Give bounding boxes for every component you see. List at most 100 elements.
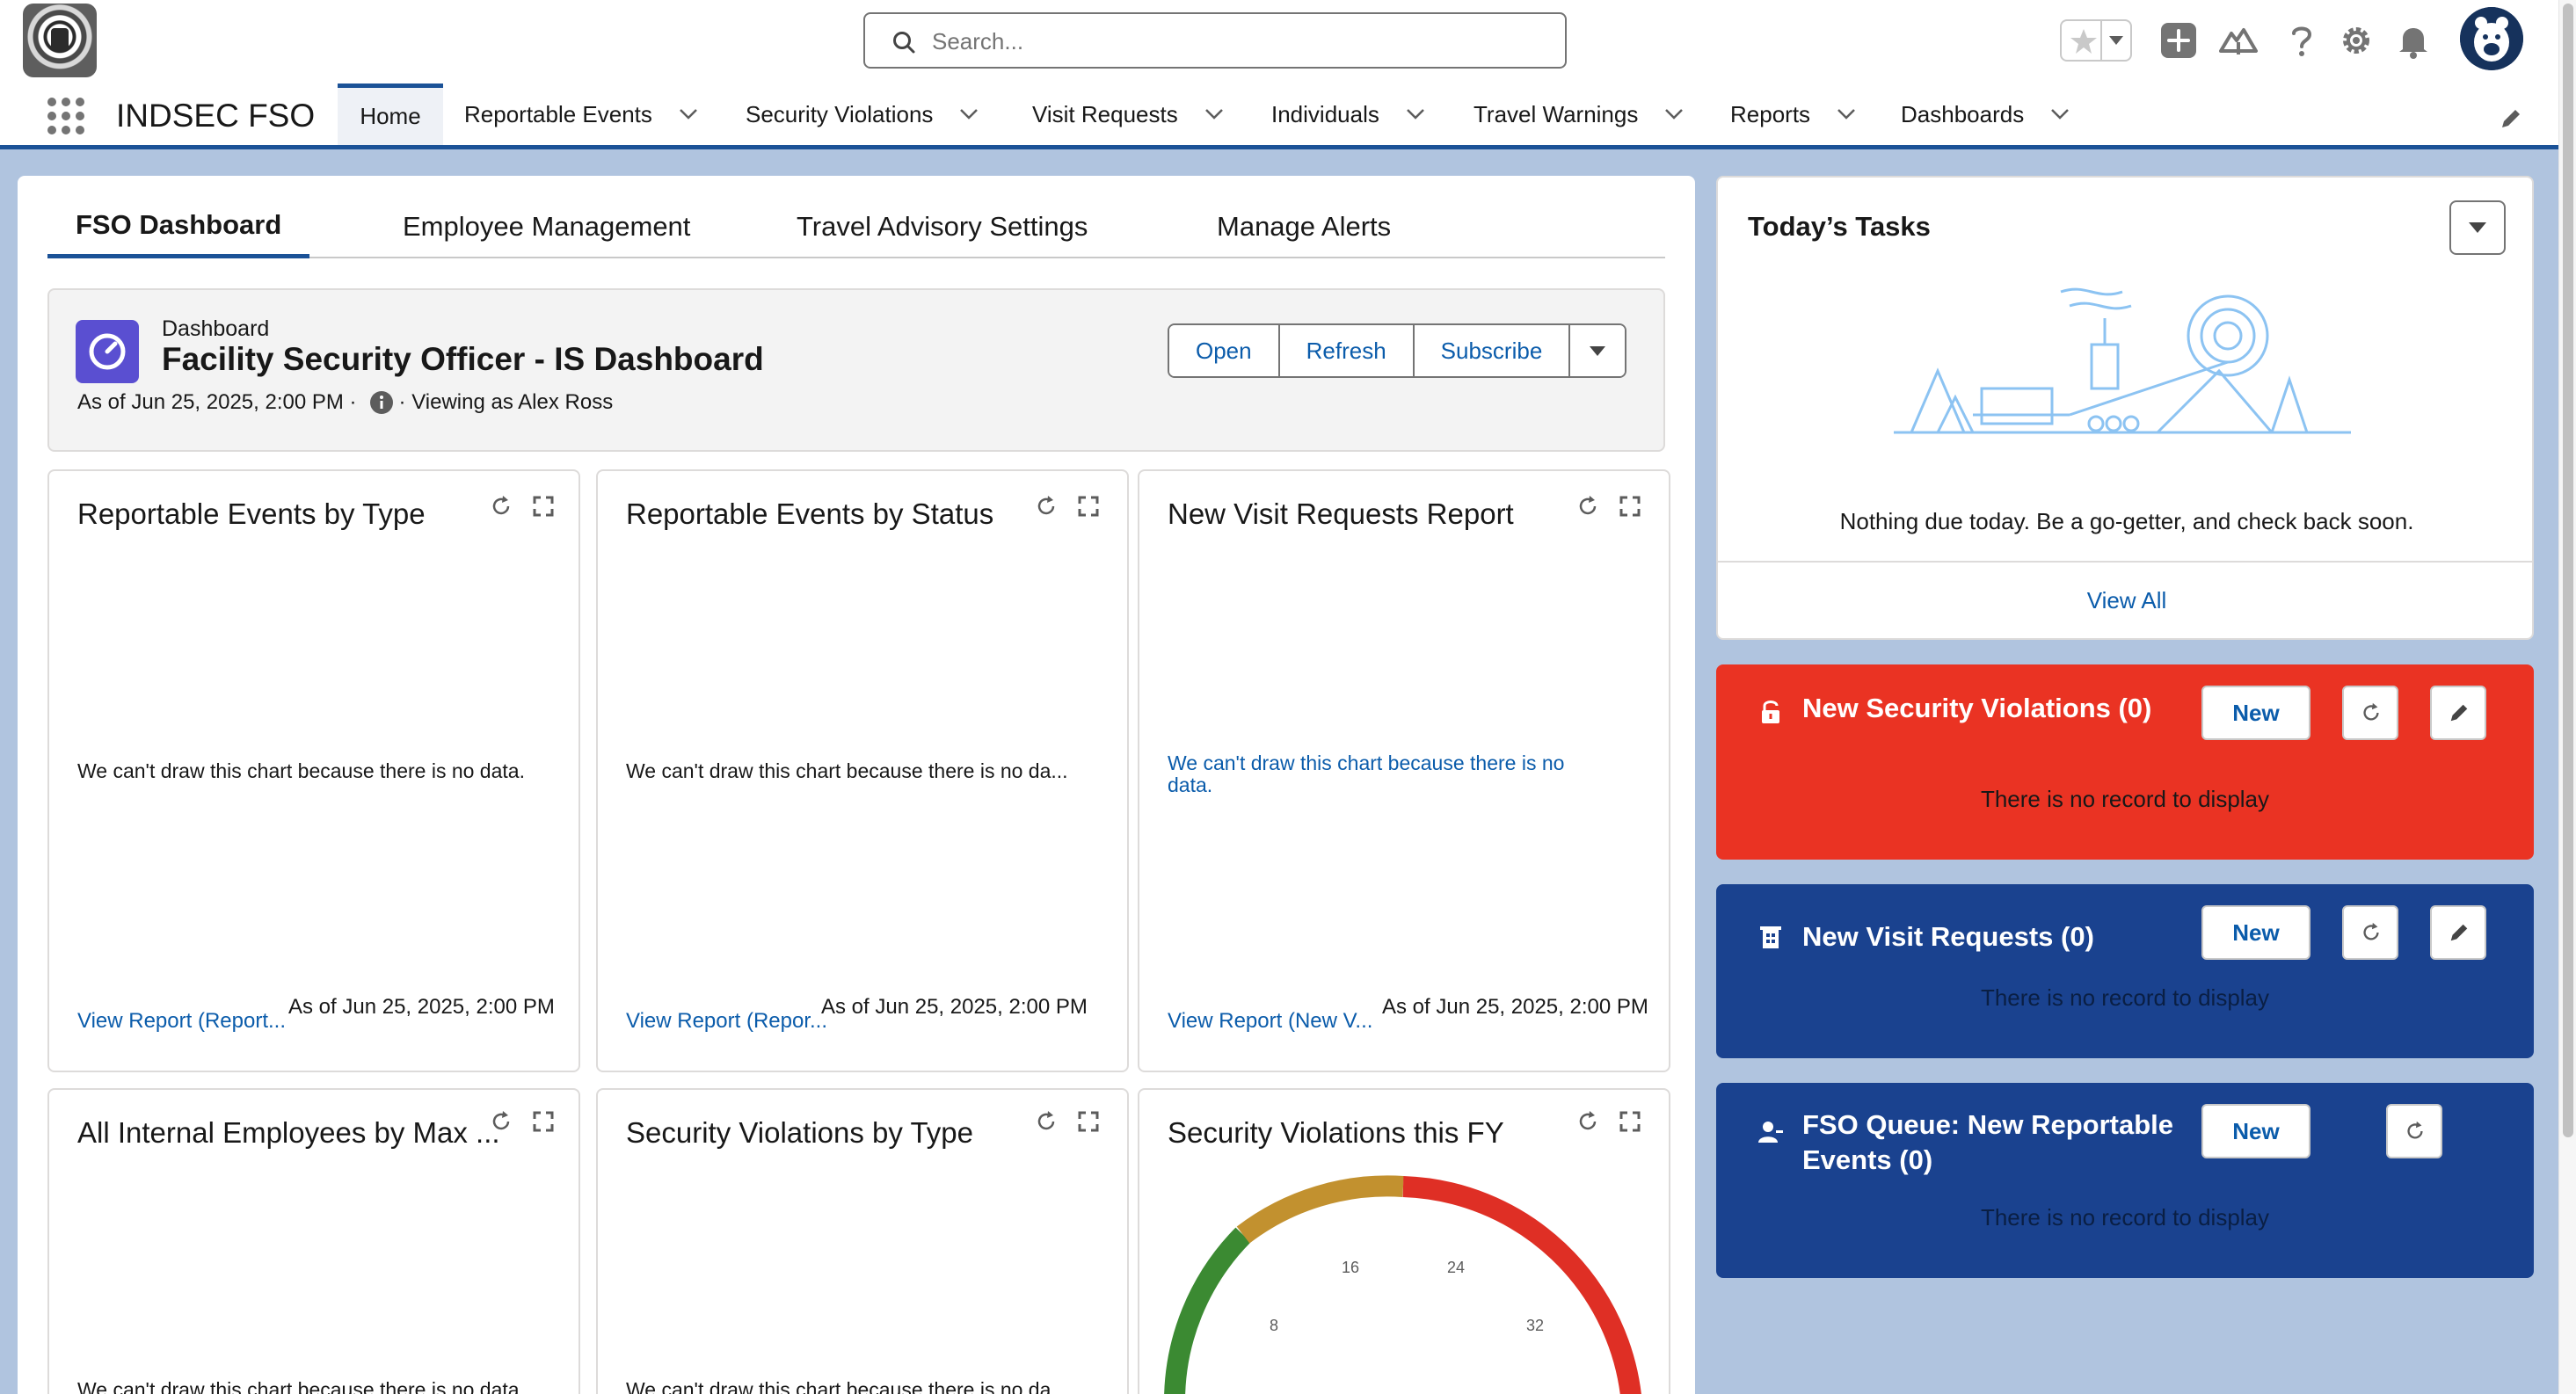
card-title: Reportable Events by Status — [626, 497, 994, 530]
dashboard-panel: FSO Dashboard Employee Management Travel… — [18, 176, 1695, 1394]
refresh-icon[interactable] — [489, 494, 513, 519]
nav-item-home[interactable]: Home — [338, 83, 443, 145]
bell-icon[interactable] — [2392, 19, 2434, 62]
new-button[interactable]: New — [2201, 1104, 2310, 1158]
scrollbar-thumb[interactable] — [2563, 4, 2573, 1137]
building-icon — [1760, 926, 1781, 948]
org-logo[interactable] — [23, 4, 97, 77]
view-report-link[interactable]: View Report (New V... — [1168, 1009, 1372, 1034]
gauge-label-24: 24 — [1447, 1259, 1465, 1276]
card-title: All Internal Employees by Max ... — [77, 1116, 500, 1149]
refresh-button[interactable] — [2386, 1104, 2442, 1158]
card-as-of: As of Jun 25, 2025, 2:00 PM — [1382, 995, 1648, 1019]
expand-icon[interactable] — [531, 1109, 556, 1134]
global-search[interactable] — [863, 12, 1567, 69]
tasks-menu-button[interactable] — [2449, 200, 2506, 255]
list-card-new-security-violations: New Security Violations (0) New There is… — [1716, 664, 2534, 860]
tab-travel-advisory-settings[interactable]: Travel Advisory Settings — [768, 195, 1116, 258]
list-empty-message: There is no record to display — [1980, 984, 2270, 1011]
nav-item-reports[interactable]: Reports — [1730, 83, 1856, 145]
no-data-message: We can't draw this chart because there i… — [1168, 752, 1565, 796]
expand-icon[interactable] — [1618, 494, 1642, 519]
pencil-icon — [2450, 924, 2468, 941]
view-all-link[interactable]: View All — [1718, 587, 2536, 614]
gear-icon[interactable] — [2335, 19, 2377, 62]
open-button[interactable]: Open — [1169, 325, 1280, 376]
tab-fso-dashboard[interactable]: FSO Dashboard — [47, 195, 310, 258]
chevron-down-icon[interactable] — [1664, 108, 1684, 120]
app-launcher-icon[interactable] — [46, 96, 86, 136]
tab-manage-alerts[interactable]: Manage Alerts — [1189, 195, 1419, 258]
nav-item-dashboards[interactable]: Dashboards — [1901, 83, 2070, 145]
nav-item-individuals[interactable]: Individuals — [1271, 83, 1425, 145]
pencil-icon — [2450, 704, 2468, 722]
refresh-icon[interactable] — [1034, 1109, 1059, 1134]
trailhead-icon[interactable] — [2217, 19, 2259, 62]
gauge-chart: 8 16 24 32 — [1164, 1175, 1641, 1394]
card-title: Reportable Events by Type — [77, 497, 426, 530]
refresh-button[interactable] — [2342, 686, 2398, 740]
new-button[interactable]: New — [2201, 905, 2310, 960]
dashboard-card-security-violations-by-type: Security Violations by Type We can't dra… — [596, 1088, 1129, 1394]
user-avatar[interactable] — [2460, 7, 2523, 70]
card-title: New Visit Requests Report — [1168, 497, 1514, 530]
search-input[interactable] — [932, 26, 1539, 56]
dashboard-meta: As of Jun 25, 2025, 2:00 PM · · Viewing … — [77, 390, 613, 415]
view-report-link[interactable]: View Report (Report... — [77, 1009, 286, 1034]
edit-nav-icon[interactable] — [2499, 106, 2523, 131]
expand-icon[interactable] — [531, 494, 556, 519]
global-actions-icon[interactable] — [2158, 19, 2200, 62]
refresh-button[interactable]: Refresh — [1279, 325, 1415, 376]
chevron-down-icon[interactable] — [2050, 108, 2070, 120]
edit-button[interactable] — [2430, 905, 2486, 960]
refresh-button[interactable] — [2342, 905, 2398, 960]
chevron-down-icon[interactable] — [2107, 33, 2125, 47]
viewing-as: · Viewing as Alex Ross — [398, 390, 614, 414]
refresh-icon[interactable] — [1034, 494, 1059, 519]
expand-icon[interactable] — [1076, 494, 1101, 519]
tab-employee-management[interactable]: Employee Management — [375, 195, 718, 258]
info-icon[interactable] — [369, 390, 394, 415]
expand-icon[interactable] — [1076, 1109, 1101, 1134]
page-scrollbar[interactable] — [2558, 0, 2576, 1394]
dashboard-header: Dashboard Facility Security Officer - IS… — [47, 288, 1665, 452]
dashboard-card-reportable-events-by-status: Reportable Events by Status We can't dra… — [596, 469, 1129, 1072]
app-navigation: INDSEC FSO Home Reportable Events Securi… — [0, 83, 2576, 149]
refresh-icon[interactable] — [1575, 494, 1600, 519]
star-icon — [2070, 29, 2097, 54]
subscribe-button[interactable]: Subscribe — [1414, 325, 1571, 376]
nav-item-travel-warnings[interactable]: Travel Warnings — [1474, 83, 1684, 145]
card-title: Security Violations by Type — [626, 1116, 974, 1149]
gauge-label-16: 16 — [1342, 1259, 1359, 1276]
new-button[interactable]: New — [2201, 686, 2310, 740]
favorites-button[interactable] — [2060, 19, 2132, 62]
edit-button[interactable] — [2430, 686, 2486, 740]
dashboard-tabs: FSO Dashboard Employee Management Travel… — [47, 195, 1665, 258]
chevron-down-icon[interactable] — [959, 108, 979, 120]
chevron-down-icon — [2469, 222, 2486, 233]
more-actions-button[interactable] — [1570, 325, 1626, 376]
chevron-down-icon[interactable] — [1406, 108, 1425, 120]
dashboard-card-security-violations-fy: Security Violations this FY 8 16 24 32 — [1138, 1088, 1670, 1394]
lock-icon — [1762, 701, 1779, 723]
dashboard-card-reportable-events-by-type: Reportable Events by Type We can't draw … — [47, 469, 580, 1072]
divider — [1718, 561, 2532, 563]
chevron-down-icon[interactable] — [1837, 108, 1856, 120]
dashboard-card-internal-employees: All Internal Employees by Max ... We can… — [47, 1088, 580, 1394]
nav-item-reportable-events[interactable]: Reportable Events — [464, 83, 698, 145]
dashboard-card-new-visit-requests: New Visit Requests Report We can't draw … — [1138, 469, 1670, 1072]
global-header — [0, 0, 2576, 83]
view-report-link[interactable]: View Report (Repor... — [626, 1009, 827, 1034]
list-card-new-visit-requests: New Visit Requests (0) New There is no r… — [1716, 884, 2534, 1058]
nav-item-visit-requests[interactable]: Visit Requests — [1032, 83, 1224, 145]
refresh-icon[interactable] — [489, 1109, 513, 1134]
list-card-fso-queue: FSO Queue: New Reportable Events (0) New… — [1716, 1083, 2534, 1278]
nav-item-security-violations[interactable]: Security Violations — [746, 83, 979, 145]
page-title: Facility Security Officer - IS Dashboard — [162, 341, 764, 377]
search-icon — [893, 32, 915, 54]
chevron-down-icon[interactable] — [1204, 108, 1224, 120]
empty-tasks-illustration — [1894, 287, 2351, 434]
chevron-down-icon[interactable] — [679, 108, 698, 120]
help-icon[interactable] — [2281, 19, 2323, 62]
gauge-label-32: 32 — [1526, 1317, 1544, 1334]
